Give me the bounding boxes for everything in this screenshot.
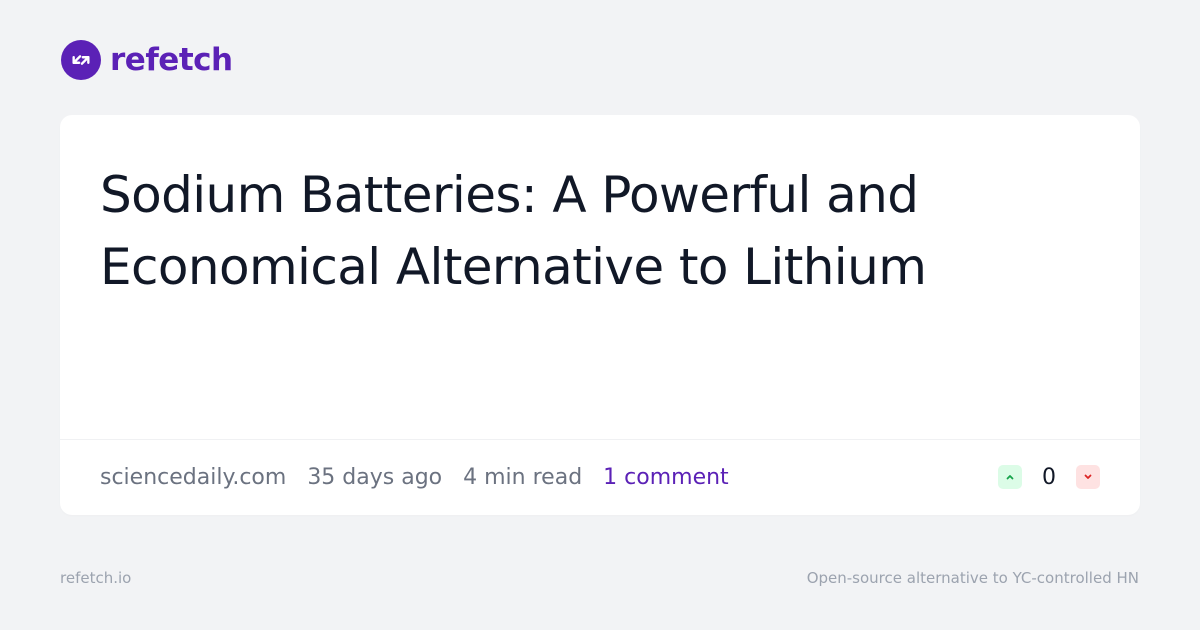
post-age: 35 days ago [307,464,443,490]
chevron-up-icon [1006,475,1014,480]
post-read-time: 4 min read [463,464,583,490]
downvote-button[interactable] [1076,465,1100,489]
refresh-arrows-icon [61,40,101,80]
post-domain[interactable]: sciencedaily.com [100,465,286,490]
brand-name: refetch [110,42,233,78]
chevron-down-icon [1084,474,1092,479]
footer-site[interactable]: refetch.io [60,569,131,587]
post-card: Sodium Batteries: A Powerful and Economi… [60,115,1140,515]
post-title[interactable]: Sodium Batteries: A Powerful and Economi… [100,159,1040,303]
brand-header[interactable]: refetch [61,40,233,80]
card-divider [60,439,1140,440]
vote-controls: 0 [998,464,1100,490]
upvote-button[interactable] [998,465,1022,489]
vote-score: 0 [1042,464,1056,490]
comments-link[interactable]: 1 comment [603,465,729,490]
post-meta: sciencedaily.com 35 days ago 4 min read … [100,460,729,494]
footer-tagline: Open-source alternative to YC-controlled… [806,569,1139,587]
